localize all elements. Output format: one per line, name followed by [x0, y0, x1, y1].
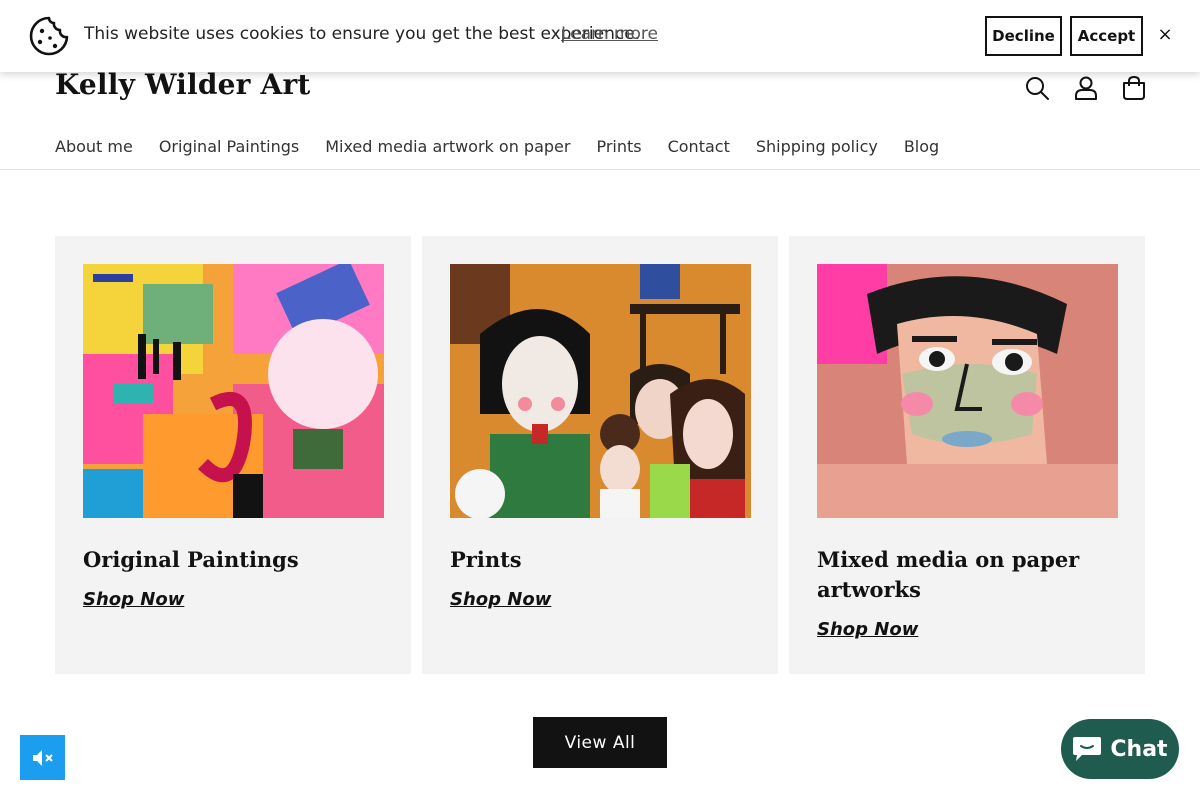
- cart-icon[interactable]: [1120, 74, 1148, 102]
- cookie-message: This website uses cookies to ensure you …: [84, 24, 641, 44]
- abstract-painting-image[interactable]: [83, 264, 384, 518]
- muted-speaker-icon: [32, 749, 53, 766]
- accept-button[interactable]: Accept: [1070, 16, 1143, 56]
- face-painting-image[interactable]: [817, 264, 1118, 518]
- shop-now-link[interactable]: Shop Now: [83, 589, 184, 610]
- audio-mute-button[interactable]: [20, 735, 65, 780]
- nav-item-blog[interactable]: Blog: [904, 137, 939, 156]
- nav-item-mixed-media[interactable]: Mixed media artwork on paper: [325, 137, 570, 156]
- decline-button[interactable]: Decline: [985, 16, 1062, 56]
- nav-item-prints[interactable]: Prints: [596, 137, 641, 156]
- header-divider: [0, 169, 1200, 170]
- site-logo[interactable]: Kelly Wilder Art: [55, 68, 311, 101]
- card-title: Original Paintings: [83, 547, 299, 572]
- portrait-print-image[interactable]: [450, 264, 751, 518]
- collection-card-prints[interactable]: Prints Shop Now: [422, 236, 778, 674]
- main-nav: About me Original Paintings Mixed media …: [55, 137, 965, 156]
- cookie-icon: [29, 16, 69, 56]
- shop-now-link[interactable]: Shop Now: [450, 589, 551, 610]
- learn-more-link[interactable]: Learn more: [561, 24, 658, 44]
- card-title: Mixed media on paper artworks: [817, 547, 1080, 602]
- nav-item-shipping-policy[interactable]: Shipping policy: [756, 137, 878, 156]
- view-all-button[interactable]: View All: [533, 717, 667, 768]
- chat-button[interactable]: Chat: [1061, 719, 1179, 779]
- chat-bubble-icon: [1073, 737, 1102, 761]
- account-icon[interactable]: [1072, 74, 1100, 102]
- collection-card-original-paintings[interactable]: Original Paintings Shop Now: [55, 236, 411, 674]
- search-icon[interactable]: [1023, 74, 1051, 102]
- nav-item-contact[interactable]: Contact: [668, 137, 730, 156]
- collection-card-mixed-media[interactable]: Mixed media on paper artworks Shop Now: [789, 236, 1145, 674]
- chat-label: Chat: [1110, 736, 1168, 762]
- card-title: Prints: [450, 547, 522, 572]
- shop-now-link[interactable]: Shop Now: [817, 619, 918, 640]
- close-icon[interactable]: ×: [1156, 24, 1174, 45]
- cookie-banner: This website uses cookies to ensure you …: [0, 0, 1200, 72]
- nav-item-about-me[interactable]: About me: [55, 137, 133, 156]
- nav-item-original-paintings[interactable]: Original Paintings: [159, 137, 299, 156]
